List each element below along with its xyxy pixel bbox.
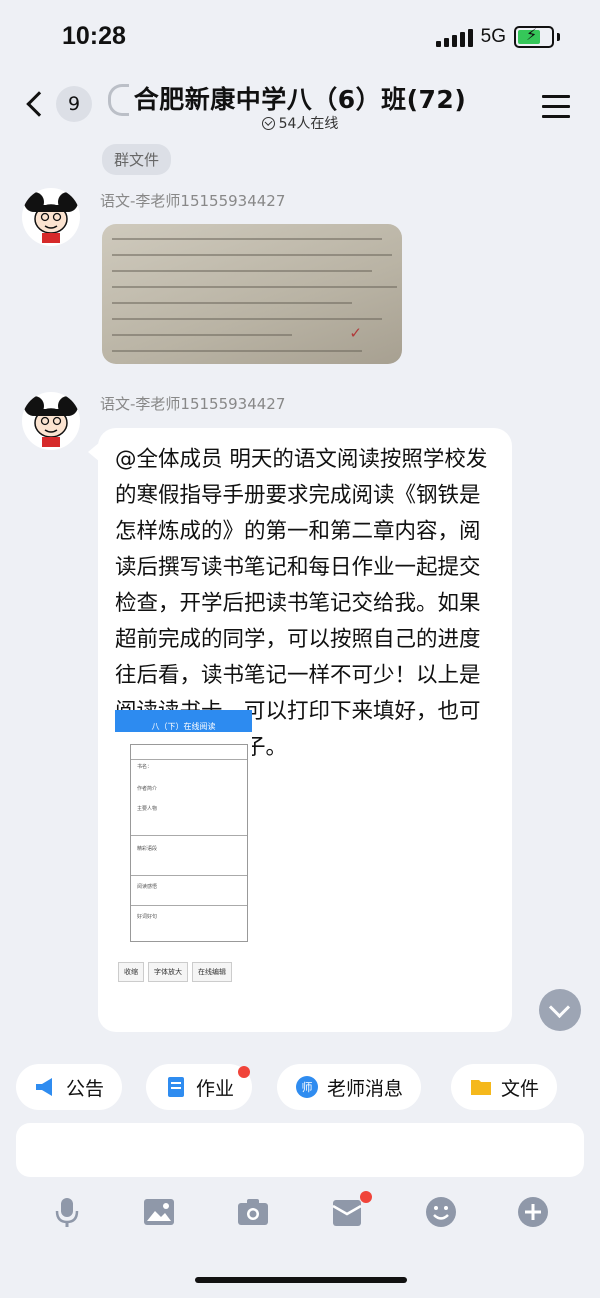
camera-icon[interactable] bbox=[236, 1195, 270, 1229]
sender-name[interactable]: 语文-李老师15155934427 bbox=[100, 190, 285, 211]
sender-avatar[interactable] bbox=[22, 188, 80, 246]
notification-dot bbox=[238, 1066, 250, 1078]
megaphone-icon bbox=[34, 1075, 58, 1099]
svg-text:师: 师 bbox=[302, 1081, 313, 1094]
online-status[interactable]: 54人在线 bbox=[0, 113, 600, 133]
shortcut-label: 文件 bbox=[501, 1077, 540, 1100]
notification-dot bbox=[360, 1191, 372, 1203]
status-indicators: 5G ⚡ bbox=[435, 25, 560, 48]
image-icon[interactable] bbox=[142, 1195, 176, 1229]
shortcut-homework[interactable]: 作业 bbox=[146, 1064, 253, 1110]
shortcut-label: 作业 bbox=[196, 1077, 235, 1100]
teacher-icon: 师 bbox=[295, 1075, 319, 1099]
red-packet-icon[interactable] bbox=[330, 1191, 372, 1229]
plus-icon[interactable] bbox=[516, 1195, 550, 1229]
shortcut-teacher-messages[interactable]: 师 老师消息 bbox=[277, 1064, 422, 1110]
scroll-to-bottom-button[interactable] bbox=[539, 989, 581, 1031]
signal-icon bbox=[435, 27, 473, 47]
group-file-chip[interactable]: 群文件 bbox=[102, 144, 172, 175]
microphone-icon[interactable] bbox=[50, 1195, 84, 1229]
image-message[interactable]: ✓ bbox=[102, 224, 402, 364]
battery-icon: ⚡ bbox=[514, 25, 554, 48]
sender-avatar[interactable] bbox=[22, 392, 80, 450]
network-type: 5G bbox=[480, 26, 506, 47]
folder-icon bbox=[469, 1075, 493, 1099]
signature-mark: ✓ bbox=[349, 324, 362, 342]
emoji-icon[interactable] bbox=[424, 1195, 458, 1229]
shortcut-files[interactable]: 文件 bbox=[451, 1064, 558, 1110]
shortcut-label: 老师消息 bbox=[327, 1077, 404, 1100]
text-message[interactable]: @全体成员 明天的语文阅读按照学校发的寒假指导手册要求完成阅读《钢铁是怎样炼成的… bbox=[88, 428, 512, 1032]
reading-card-image[interactable]: 八（下）在线阅读 书名： 作者简介 主要人物 精彩语段 阅读感悟 好词好句 收缩… bbox=[115, 710, 252, 1006]
status-time: 10:28 bbox=[62, 22, 126, 50]
online-count: 54人在线 bbox=[278, 116, 339, 132]
shortcut-announcement[interactable]: 公告 bbox=[16, 1064, 123, 1110]
online-check-icon bbox=[261, 116, 275, 130]
home-indicator bbox=[195, 1277, 407, 1283]
menu-icon[interactable] bbox=[542, 95, 570, 125]
group-title[interactable]: 合肥新康中学八（6）班(72) bbox=[0, 80, 600, 116]
document-icon bbox=[164, 1075, 188, 1099]
sender-name[interactable]: 语文-李老师15155934427 bbox=[100, 393, 285, 414]
shortcut-label: 公告 bbox=[66, 1077, 105, 1100]
message-input[interactable] bbox=[16, 1123, 584, 1177]
